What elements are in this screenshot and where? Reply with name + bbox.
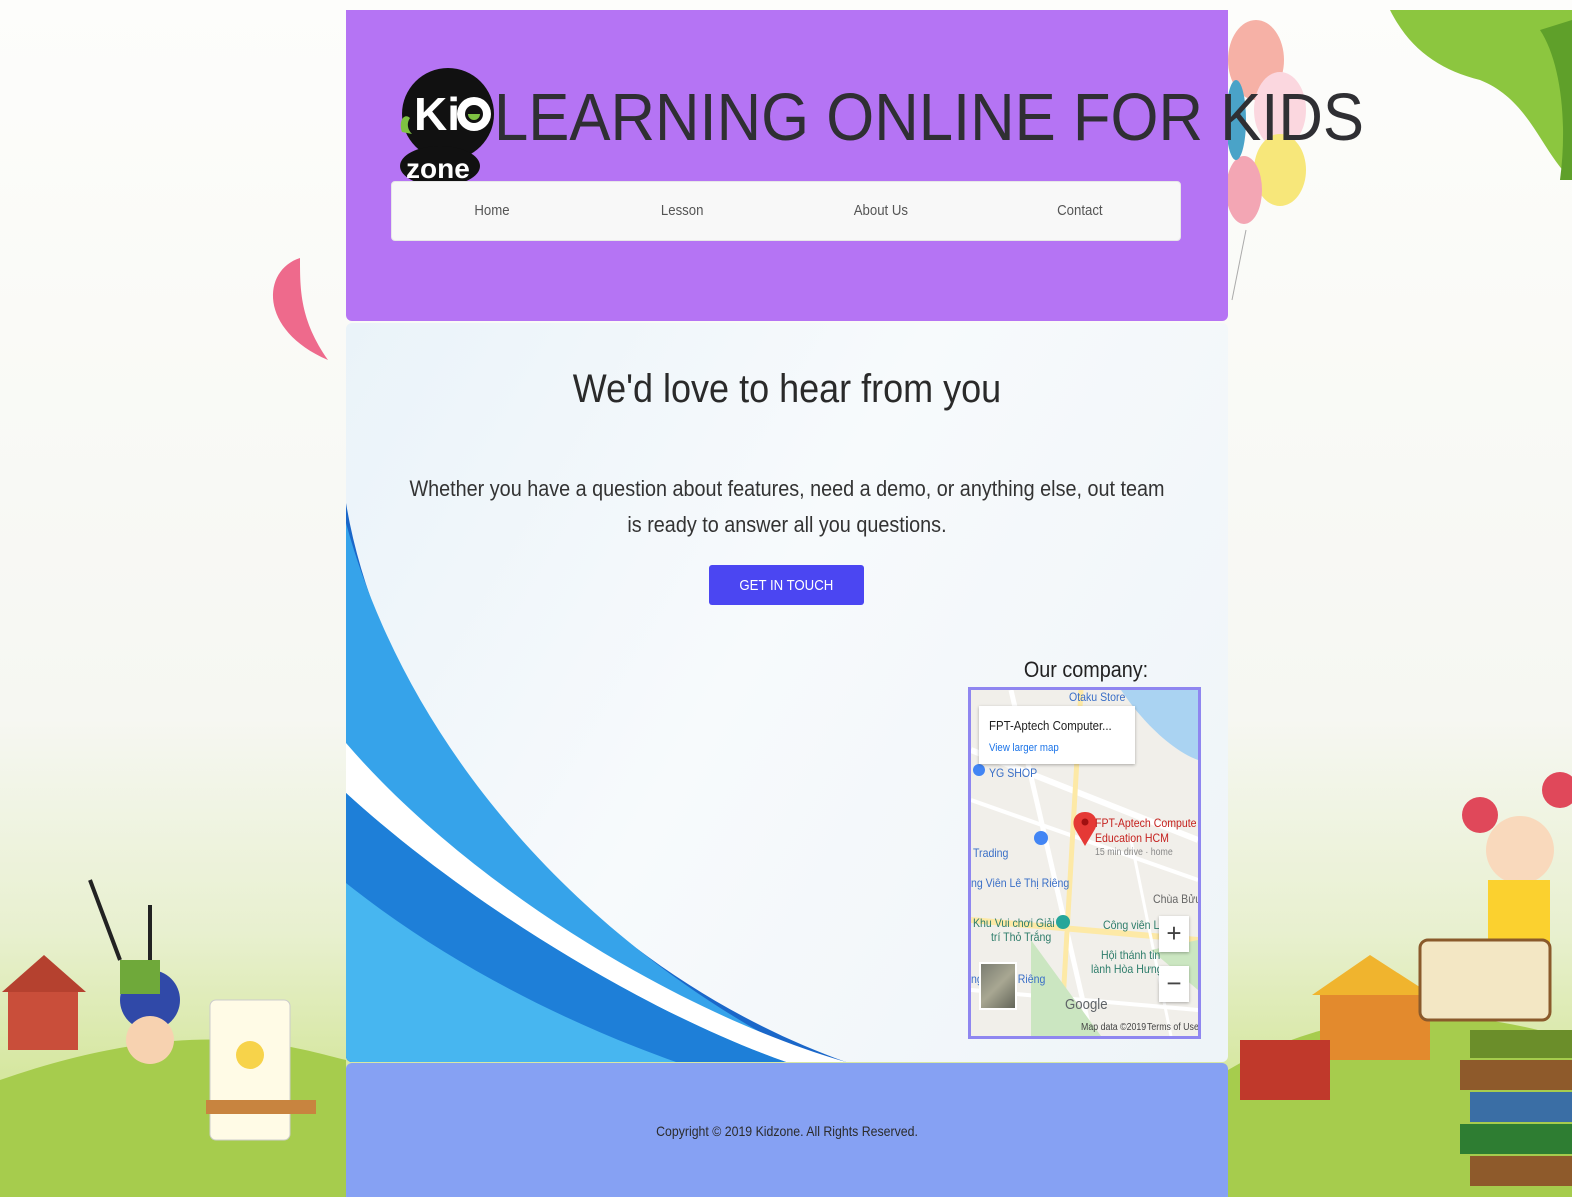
copyright-text: Copyright © 2019 Kidzone. All Rights Res…: [656, 1123, 918, 1139]
map-place-card: FPT-Aptech Computer... View larger map: [979, 706, 1135, 764]
map-zoom-out-button[interactable]: −: [1159, 966, 1189, 1002]
nav-lesson-link[interactable]: Lesson: [661, 182, 704, 240]
map-label-fpt-line2: Education HCM: [1095, 831, 1169, 845]
kidzone-logo[interactable]: Ki zone: [396, 62, 494, 186]
map-place-title: FPT-Aptech Computer...: [989, 718, 1112, 733]
map-label-khu-vui-1: Khu Vui chơi Giải: [973, 916, 1055, 930]
map-label-cong-vien: Công viên L: [1103, 918, 1160, 932]
map-zoom-in-button[interactable]: +: [1159, 916, 1189, 952]
our-company-label: Our company:: [1023, 657, 1149, 682]
map-label-chua-buu: Chùa Bửu: [1153, 892, 1201, 906]
contact-lead-text: Whether you have a question about featur…: [409, 476, 1165, 537]
map-label-yg-shop: YG SHOP: [989, 766, 1038, 780]
map-label-khu-vui-2: trí Thỏ Trắng: [991, 930, 1052, 944]
nav-about-us-link[interactable]: About Us: [854, 182, 908, 240]
map-label-hoi-thanh-2: lành Hòa Hưng: [1091, 962, 1163, 976]
map-satellite-toggle[interactable]: [979, 962, 1017, 1010]
map-label-le-thi-rieng-1: ng Viên Lê Thị Riêng: [971, 876, 1070, 890]
map-attribution: Map data ©2019: [1081, 1022, 1147, 1033]
google-logo: Google: [1065, 996, 1108, 1013]
svg-text:zone: zone: [406, 153, 470, 184]
map-label-trading: Trading: [973, 846, 1009, 860]
svg-text:Ki: Ki: [414, 88, 460, 140]
view-larger-map-link[interactable]: View larger map: [989, 742, 1059, 754]
get-in-touch-label: GET IN TOUCH: [739, 576, 834, 594]
site-footer: Copyright © 2019 Kidzone. All Rights Res…: [346, 1063, 1228, 1197]
main-navbar: Home Lesson About Us Contact: [391, 181, 1181, 241]
get-in-touch-button[interactable]: GET IN TOUCH: [709, 565, 864, 605]
map-label-otaku: Otaku Store: [1069, 690, 1126, 704]
map-label-fpt-line1: FPT-Aptech Compute: [1095, 816, 1197, 830]
nav-home-link[interactable]: Home: [474, 182, 509, 240]
contact-heading: We'd love to hear from you: [572, 367, 1002, 411]
site-title: LEARNING ONLINE FOR KIDS: [494, 80, 1364, 155]
nav-contact-link[interactable]: Contact: [1057, 182, 1102, 240]
contact-section: We'd love to hear from you Whether you h…: [346, 323, 1228, 1062]
site-header: Ki zone LEARNING ONLINE FOR KIDS Home Le…: [346, 10, 1364, 321]
map-label-hoi-thanh-1: Hội thánh tin: [1101, 948, 1161, 962]
page-container: Ki zone LEARNING ONLINE FOR KIDS Home Le…: [346, 10, 1364, 1197]
map-label-fpt-drive: 15 min drive · home: [1095, 847, 1173, 858]
map-terms-link[interactable]: Terms of Use: [1147, 1022, 1198, 1033]
embedded-map[interactable]: Otaku Store YG SHOP FPT-Aptech Compute E…: [968, 687, 1201, 1039]
